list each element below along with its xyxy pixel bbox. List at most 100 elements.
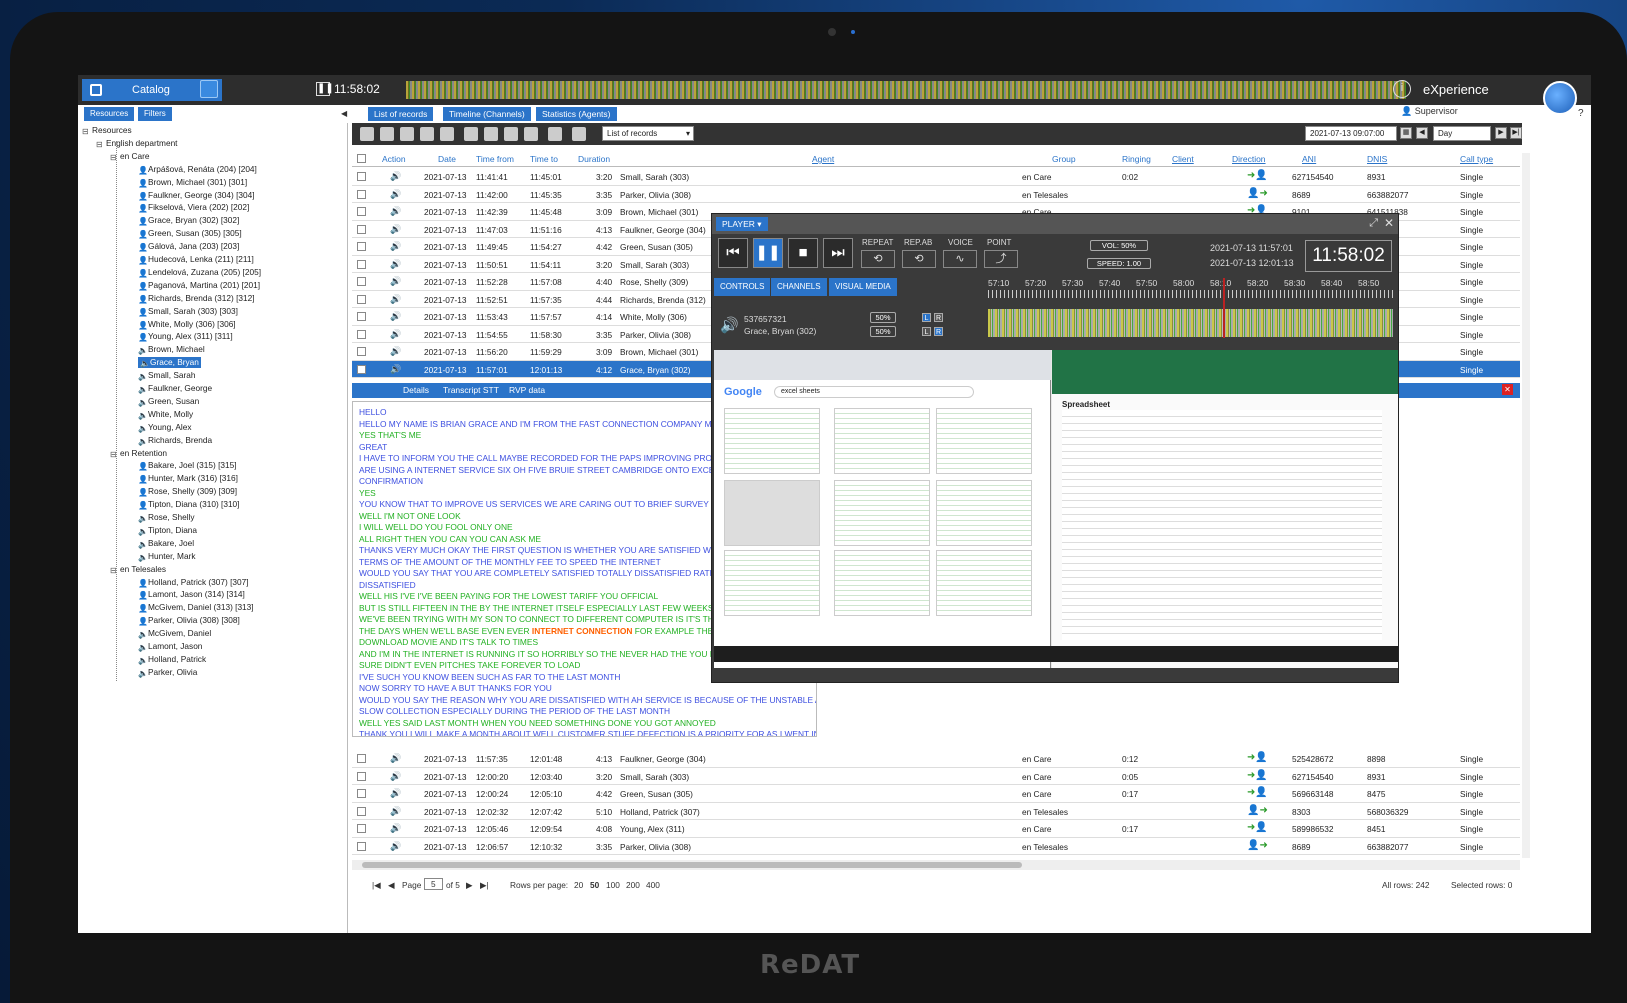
tree-agent[interactable]: 👤Gálová, Jana (203) [203]: [138, 241, 239, 252]
play-speaker-icon[interactable]: 🔊: [390, 771, 401, 782]
calendar-icon[interactable]: ▦: [1400, 127, 1412, 139]
select-all-checkbox[interactable]: [357, 154, 366, 163]
tree-agent[interactable]: 🔈Lamont, Jason: [138, 641, 202, 652]
play-speaker-icon[interactable]: 🔊: [390, 241, 401, 252]
mail-icon[interactable]: [484, 127, 498, 141]
pause-button[interactable]: ❚❚: [753, 238, 783, 268]
play-speaker-icon[interactable]: 🔊: [390, 294, 401, 305]
row-checkbox[interactable]: [357, 841, 366, 851]
tree-agent[interactable]: 🔈Brown, Michael: [138, 344, 205, 355]
tree-agent[interactable]: 👤Small, Sarah (303) [303]: [138, 306, 238, 317]
column-header[interactable]: Time to: [530, 154, 558, 164]
play-speaker-icon[interactable]: 🔊: [390, 259, 401, 270]
tab-transcript[interactable]: Transcript STT: [438, 384, 504, 397]
tree-agent[interactable]: 👤Arpášová, Renáta (204) [204]: [138, 164, 257, 175]
row-checkbox[interactable]: [357, 824, 366, 833]
range-select[interactable]: Day: [1433, 126, 1491, 141]
image-thumb[interactable]: [936, 550, 1032, 616]
play-speaker-icon[interactable]: 🔊: [390, 806, 401, 817]
repeat-icon[interactable]: ⟲: [861, 250, 895, 268]
row-checkbox[interactable]: [357, 277, 366, 286]
tab-channels[interactable]: CHANNELS: [771, 278, 827, 296]
row-checkbox[interactable]: [357, 364, 366, 374]
export-icon[interactable]: [400, 127, 414, 141]
tree-agent[interactable]: 👤Fikselová, Viera (202) [202]: [138, 202, 249, 213]
tree-agent[interactable]: 👤Holland, Patrick (307) [307]: [138, 577, 249, 588]
edit-icon[interactable]: [524, 127, 538, 141]
tree-agent[interactable]: 🔈Tipton, Diana: [138, 525, 197, 536]
tree-agent[interactable]: 🔈Parker, Olivia: [138, 667, 197, 678]
image-thumb[interactable]: [834, 480, 930, 546]
column-header[interactable]: Date: [438, 154, 456, 164]
player-menu[interactable]: PLAYER ▾: [716, 217, 768, 231]
skip-back-icon[interactable]: ⏮: [718, 238, 748, 268]
tree-agent[interactable]: 🔈Young, Alex: [138, 422, 192, 433]
row-checkbox[interactable]: [357, 771, 366, 781]
playhead[interactable]: [1223, 278, 1225, 338]
tree-agent[interactable]: 🔈Rose, Shelly: [138, 512, 195, 523]
csv-icon[interactable]: [572, 127, 586, 141]
save-icon[interactable]: [420, 127, 434, 141]
column-header[interactable]: Call type: [1460, 154, 1493, 164]
print-icon[interactable]: [464, 127, 478, 141]
info-icon[interactable]: i: [1393, 80, 1411, 98]
column-header[interactable]: ANI: [1302, 154, 1316, 164]
scroll-thumb[interactable]: [362, 862, 1022, 868]
tab-details[interactable]: Details: [398, 384, 434, 397]
table-row[interactable]: 🔊 2021-07-13 12:05:46 12:09:54 4:08 Young, Al…: [352, 820, 1520, 838]
lock-icon[interactable]: [504, 127, 518, 141]
page-size-50[interactable]: 50: [590, 880, 599, 890]
tree-agent[interactable]: 👤Rose, Shelly (309) [309]: [138, 486, 237, 497]
tree-group[interactable]: ⊟ en Retention: [110, 448, 167, 459]
last-page-icon[interactable]: ▶|: [480, 880, 489, 890]
row-checkbox[interactable]: [357, 207, 366, 216]
tree-group[interactable]: ⊟ en Telesales: [110, 564, 166, 575]
tree-agent[interactable]: 👤Lamont, Jason (314) [314]: [138, 589, 245, 600]
column-header[interactable]: Time from: [476, 154, 514, 164]
left-channel-toggle[interactable]: L: [922, 313, 931, 322]
player-close-icon[interactable]: ✕: [1384, 216, 1394, 230]
row-checkbox[interactable]: [357, 329, 366, 339]
right-channel-toggle[interactable]: R: [934, 313, 943, 322]
table-row[interactable]: 🔊 2021-07-13 12:02:32 12:07:42 5:10 Holland, …: [352, 803, 1520, 820]
image-thumb[interactable]: [724, 408, 820, 474]
next-period-icon[interactable]: ▶: [1495, 127, 1507, 139]
play-speaker-icon[interactable]: 🔊: [390, 823, 401, 834]
play-speaker-icon[interactable]: 🔊: [390, 224, 401, 235]
tree-agent[interactable]: 🔈Grace, Bryan: [138, 357, 201, 369]
column-header[interactable]: Agent: [812, 154, 834, 164]
tree-agent[interactable]: 🔈Bakare, Joel: [138, 538, 194, 549]
row-checkbox[interactable]: [357, 347, 366, 356]
tree-root[interactable]: ⊟ Resources: [82, 125, 132, 136]
play-speaker-icon[interactable]: 🔊: [390, 329, 401, 340]
row-checkbox[interactable]: [357, 294, 366, 304]
play-speaker-icon[interactable]: 🔊: [390, 189, 401, 200]
table-row[interactable]: 🔊 2021-07-13 11:57:35 12:01:48 4:13 Faulkner,…: [352, 750, 1520, 768]
tree-agent[interactable]: 🔈Small, Sarah: [138, 370, 196, 381]
row-checkbox[interactable]: [357, 259, 366, 269]
play-speaker-icon[interactable]: 🔊: [390, 276, 401, 287]
top-waveform[interactable]: [406, 81, 1406, 99]
play-speaker-icon[interactable]: 🔊: [390, 788, 401, 799]
first-page-icon[interactable]: |◀: [372, 880, 381, 890]
page-size-400[interactable]: 400: [646, 880, 660, 890]
image-thumb[interactable]: [936, 408, 1032, 474]
channel2-volume[interactable]: 50%: [870, 326, 896, 337]
tree-agent[interactable]: 🔈Hunter, Mark: [138, 551, 196, 562]
close-icon[interactable]: ✕: [1502, 384, 1513, 395]
play-speaker-icon[interactable]: 🔊: [390, 311, 401, 322]
tab-statistics[interactable]: Statistics (Agents): [536, 107, 617, 121]
column-header[interactable]: Client: [1172, 154, 1194, 164]
browser-search-field[interactable]: excel sheets: [774, 386, 974, 398]
play-speaker-icon[interactable]: 🔊: [390, 753, 401, 764]
tab-controls[interactable]: CONTROLS: [714, 278, 771, 296]
tab-visual-media[interactable]: VISUAL MEDIA: [829, 278, 897, 296]
resize-icon[interactable]: ⤢: [1369, 217, 1378, 230]
table-row[interactable]: 🔊 2021-07-13 12:00:20 12:03:40 3:20 Small, Sa…: [352, 768, 1520, 785]
last-period-icon[interactable]: ▶|: [1510, 127, 1522, 139]
left-channel-toggle-2[interactable]: L: [922, 327, 931, 336]
vertical-scrollbar[interactable]: [1522, 153, 1530, 858]
play-speaker-icon[interactable]: 🔊: [390, 206, 401, 217]
voice-icon[interactable]: ∿: [943, 250, 977, 268]
tree-agent[interactable]: 🔈Green, Susan: [138, 396, 199, 407]
